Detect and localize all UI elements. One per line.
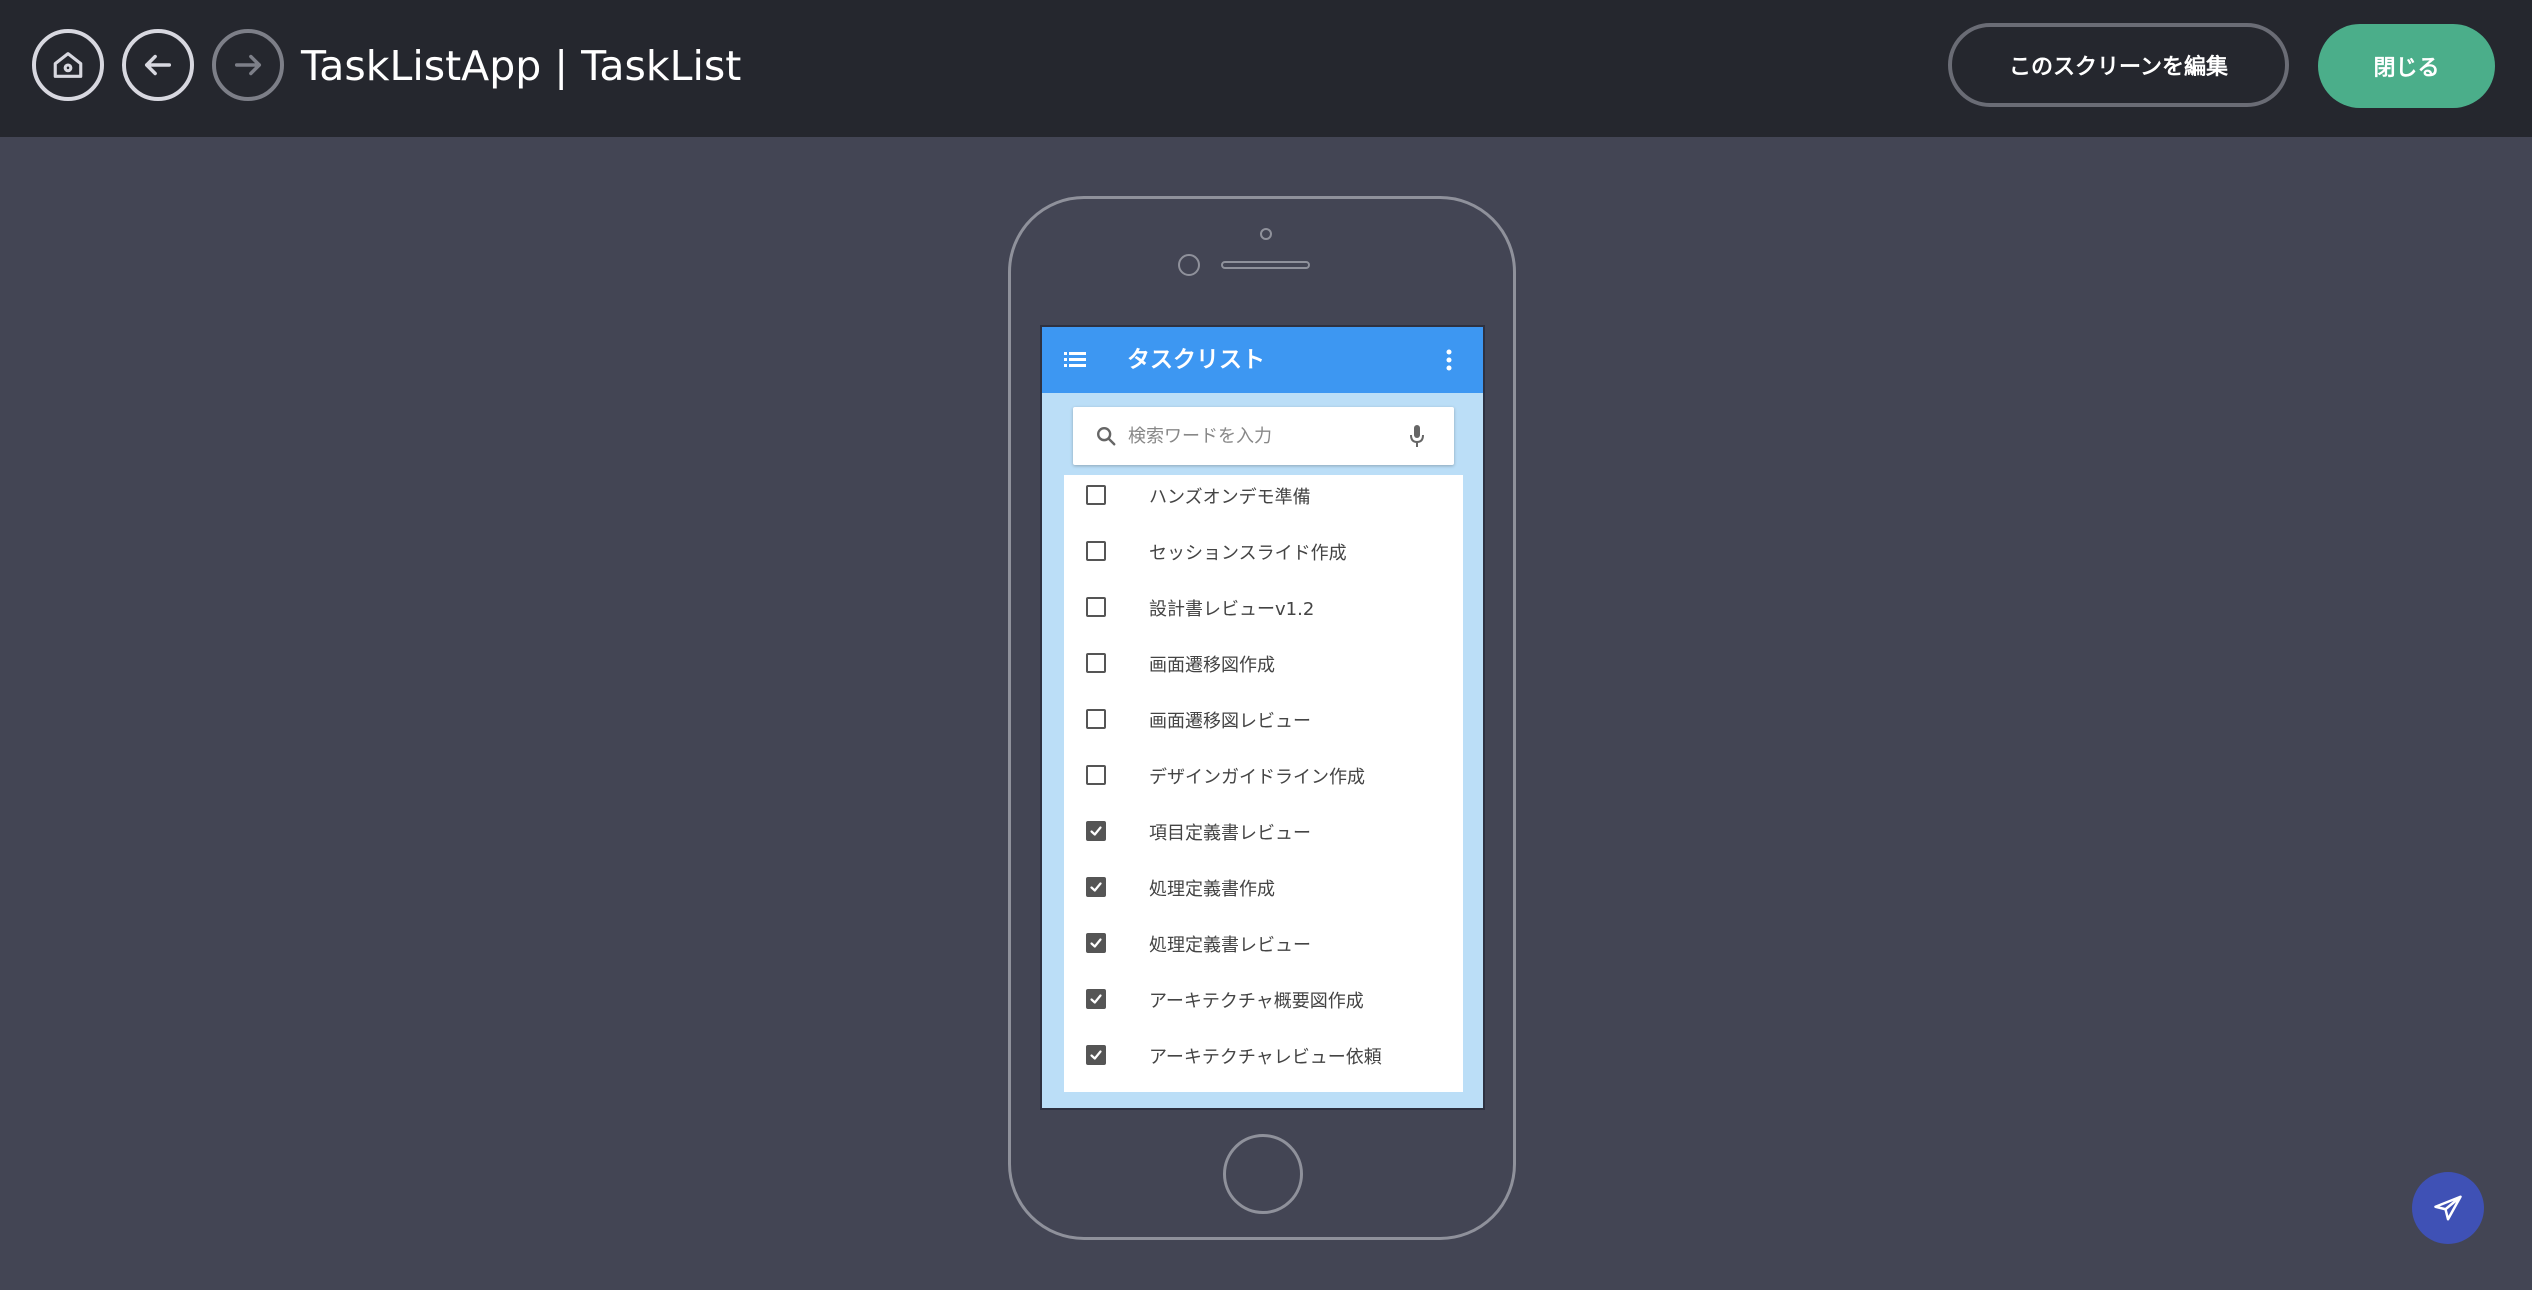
task-label: セッションスライド作成	[1149, 543, 1347, 564]
task-label: 画面遷移図作成	[1149, 655, 1275, 676]
task-item[interactable]: 処理定義書レビュー	[1064, 923, 1463, 979]
list-menu-icon[interactable]	[1064, 351, 1086, 369]
app-bar: タスクリスト	[1042, 327, 1483, 393]
task-label: 画面遷移図レビュー	[1149, 711, 1311, 732]
checkbox-checked[interactable]	[1086, 989, 1106, 1009]
checkbox-unchecked[interactable]	[1086, 597, 1106, 617]
checkbox-checked[interactable]	[1086, 877, 1106, 897]
task-label: 処理定義書作成	[1149, 879, 1275, 900]
checkbox-unchecked[interactable]	[1086, 765, 1106, 785]
task-item[interactable]: 処理定義書作成	[1064, 867, 1463, 923]
checkbox-unchecked[interactable]	[1086, 485, 1106, 505]
forward-button[interactable]	[212, 29, 284, 101]
arrow-left-icon	[144, 54, 172, 76]
task-item[interactable]: ハンズオンデモ準備	[1064, 475, 1463, 531]
phone-camera	[1178, 254, 1200, 276]
checkbox-unchecked[interactable]	[1086, 541, 1106, 561]
checkbox-checked[interactable]	[1086, 821, 1106, 841]
check-icon	[1090, 994, 1102, 1004]
check-icon	[1090, 938, 1102, 948]
close-button[interactable]: 閉じる	[2318, 24, 2495, 108]
search-bar	[1073, 407, 1454, 465]
phone-screen: タスクリスト ハンズオンデモ準備セッションスライド作成設計書レビューv1.2 画面…	[1040, 325, 1485, 1110]
task-item[interactable]: アーキテクチャ概要図作成	[1064, 979, 1463, 1035]
phone-home-button[interactable]	[1223, 1134, 1303, 1214]
checkbox-unchecked[interactable]	[1086, 709, 1106, 729]
check-icon	[1090, 826, 1102, 836]
task-item[interactable]: デザインガイドライン作成	[1064, 755, 1463, 811]
mic-icon[interactable]	[1409, 424, 1425, 448]
task-label: アーキテクチャ概要図作成	[1149, 991, 1364, 1012]
more-vert-icon[interactable]	[1446, 349, 1452, 371]
task-item[interactable]: 設計書レビューv1.2	[1064, 587, 1463, 643]
paper-plane-icon	[2434, 1195, 2462, 1221]
task-label: 設計書レビューv1.2	[1149, 599, 1315, 620]
task-label: 項目定義書レビュー	[1149, 823, 1311, 844]
top-bar: TaskListApp | TaskList このスクリーンを編集 閉じる	[0, 0, 2532, 137]
app-title: タスクリスト	[1127, 347, 1265, 373]
send-feedback-button[interactable]	[2412, 1172, 2484, 1244]
checkbox-unchecked[interactable]	[1086, 653, 1106, 673]
search-input[interactable]	[1128, 417, 1398, 455]
task-item[interactable]: 項目定義書レビュー	[1064, 811, 1463, 867]
task-item[interactable]: 画面遷移図作成	[1064, 643, 1463, 699]
task-label: ハンズオンデモ準備	[1149, 487, 1311, 508]
back-button[interactable]	[122, 29, 194, 101]
checkbox-checked[interactable]	[1086, 933, 1106, 953]
task-label: アーキテクチャレビュー依頼	[1149, 1047, 1382, 1068]
check-icon	[1090, 882, 1102, 892]
task-label: 処理定義書レビュー	[1149, 935, 1311, 956]
task-item[interactable]: セッションスライド作成	[1064, 531, 1463, 587]
task-label: デザインガイドライン作成	[1149, 767, 1365, 788]
task-item[interactable]: 画面遷移図レビュー	[1064, 699, 1463, 755]
home-button[interactable]	[32, 29, 104, 101]
phone-sensor	[1260, 228, 1272, 240]
checkbox-checked[interactable]	[1086, 1045, 1106, 1065]
page-title: TaskListApp | TaskList	[301, 42, 742, 90]
phone-speaker	[1221, 261, 1310, 269]
arrow-right-icon	[234, 54, 262, 76]
task-list: ハンズオンデモ準備セッションスライド作成 設計書レビューv1.2 画面遷移図作成画面…	[1064, 475, 1463, 1092]
search-icon	[1097, 427, 1116, 446]
check-icon	[1090, 1050, 1102, 1060]
edit-screen-button[interactable]: このスクリーンを編集	[1948, 23, 2289, 107]
task-item[interactable]: アーキテクチャレビュー依頼	[1064, 1035, 1463, 1091]
home-icon	[53, 52, 83, 78]
